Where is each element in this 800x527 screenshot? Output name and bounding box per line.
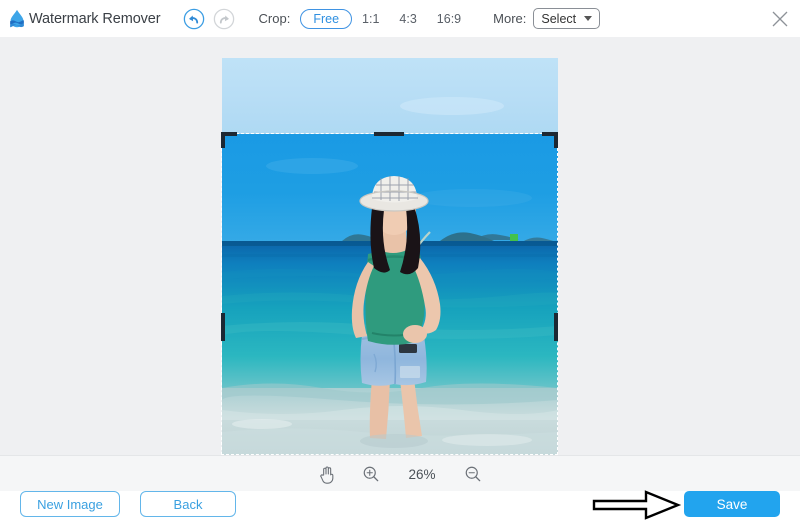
- back-button[interactable]: Back: [140, 491, 236, 517]
- new-image-button[interactable]: New Image: [20, 491, 120, 517]
- right-arrow-annotation-icon: [592, 489, 682, 521]
- crop-ratio-16-9[interactable]: 16:9: [427, 10, 471, 28]
- crop-label: Crop:: [258, 11, 291, 26]
- more-ratio-select[interactable]: Select: [533, 8, 601, 29]
- zoom-toolbar: 26%: [0, 455, 800, 492]
- more-label: More:: [493, 11, 527, 26]
- crop-handle-middle-right[interactable]: [554, 313, 558, 341]
- image-canvas[interactable]: [0, 37, 800, 455]
- undo-circle-arrow-icon[interactable]: [183, 8, 205, 30]
- crop-handle-top-left-vertical[interactable]: [221, 132, 225, 148]
- zoom-in-magnifier-icon[interactable]: [361, 464, 381, 484]
- app-logo-title: Watermark Remover: [6, 8, 161, 30]
- crop-ratio-free[interactable]: Free: [300, 8, 353, 29]
- chevron-down-icon: [584, 16, 593, 21]
- app-header: Watermark Remover Crop: Free 1:1 4:3 16:…: [0, 0, 800, 37]
- zoom-level-value: 26%: [408, 466, 436, 482]
- more-ratio-select-value: Select: [541, 11, 577, 26]
- undo-redo-group: [183, 8, 235, 30]
- footer-action-bar: New Image Back Save: [0, 489, 800, 527]
- crop-handle-top-center[interactable]: [374, 132, 404, 136]
- hand-pan-icon[interactable]: [317, 464, 337, 484]
- redo-circle-arrow-icon[interactable]: [213, 8, 235, 30]
- app-title: Watermark Remover: [29, 10, 161, 27]
- photo-image[interactable]: [222, 58, 558, 455]
- water-drop-logo-icon: [6, 8, 28, 30]
- crop-ratio-4-3[interactable]: 4:3: [389, 10, 426, 28]
- crop-handle-top-right-vertical[interactable]: [554, 132, 558, 148]
- crop-handle-middle-left[interactable]: [221, 313, 225, 341]
- close-x-icon[interactable]: [768, 7, 792, 31]
- zoom-out-magnifier-icon[interactable]: [463, 464, 483, 484]
- crop-ratio-1-1[interactable]: 1:1: [352, 10, 389, 28]
- crop-ratio-group: Free 1:1 4:3 16:9: [300, 8, 471, 29]
- save-button[interactable]: Save: [684, 491, 780, 517]
